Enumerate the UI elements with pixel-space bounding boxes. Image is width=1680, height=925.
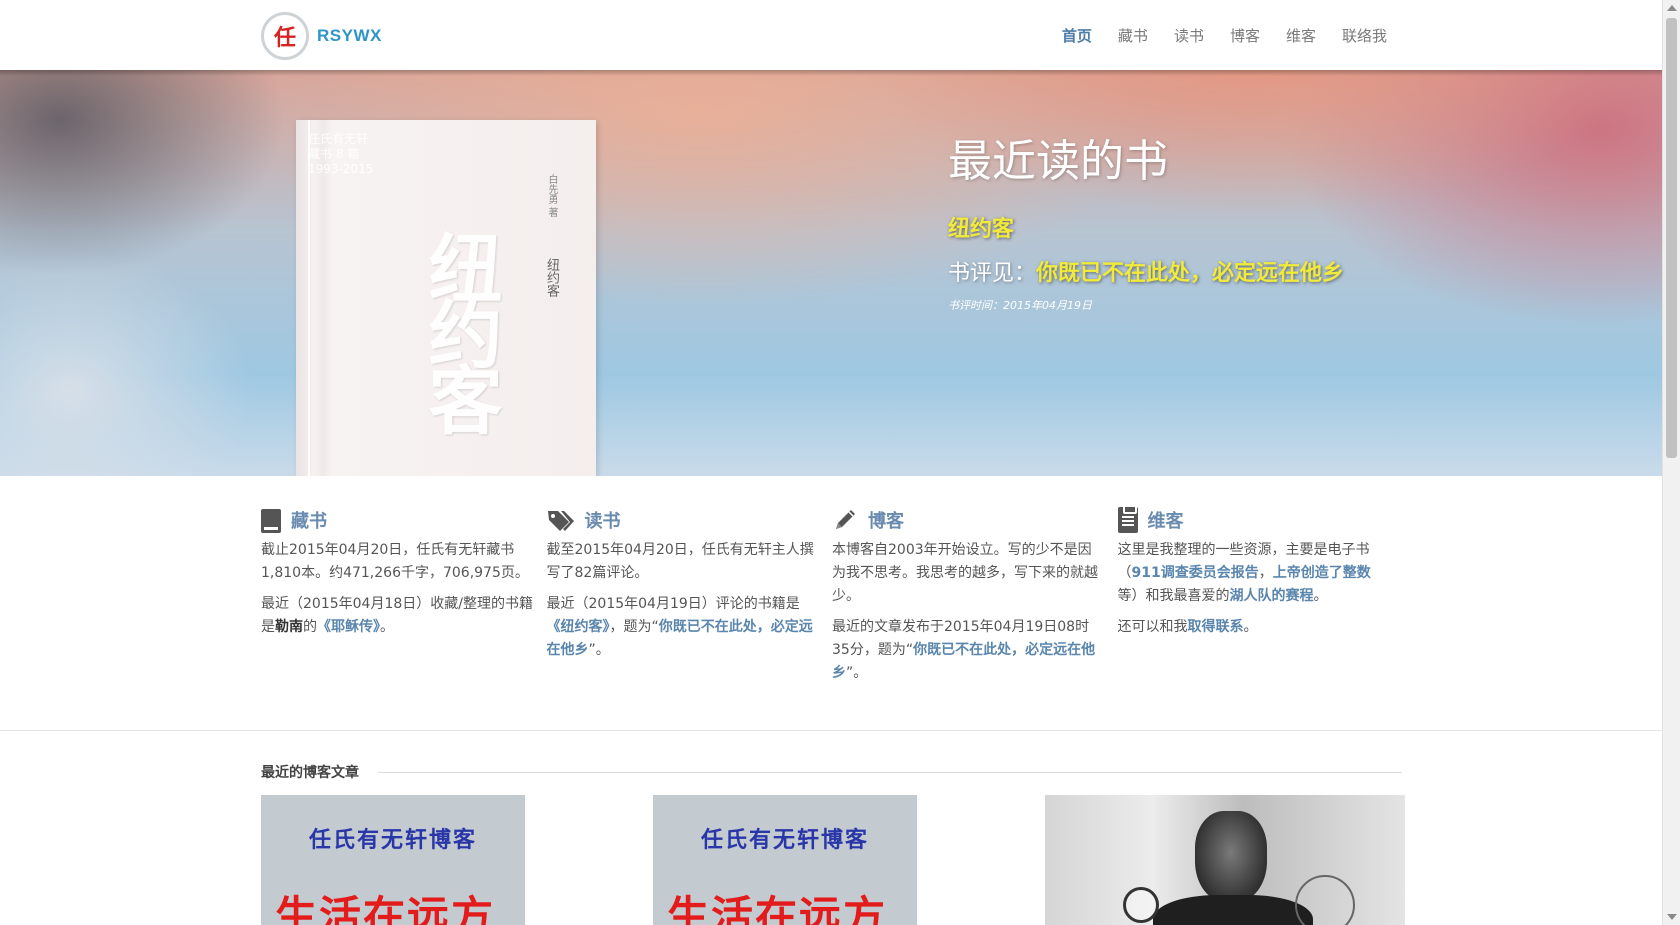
hero-book-link[interactable]: 纽约客 <box>948 211 1548 243</box>
wiki-god-created-integers-link[interactable]: 上帝创造了整数 <box>1273 565 1371 581</box>
reading-latest-end: ”。 <box>588 642 610 658</box>
collection-latest-end: 。 <box>380 619 394 635</box>
book-icon <box>261 508 281 533</box>
book-cover-title-small: 纽约客 <box>544 258 559 297</box>
blog-latest: 最近的文章发布于2015年04月19日08时35分，题为“你既已不在此处，必定远… <box>832 616 1106 685</box>
wiki-contact-link[interactable]: 取得联系 <box>1188 619 1244 635</box>
logo-link[interactable]: 任 RSYWX <box>261 12 382 60</box>
hero-review-link[interactable]: 你既已不在此处，必定远在他乡 <box>1036 260 1344 286</box>
column-wiki: 维客 这里是我整理的一些资源，主要是电子书（911调查委员会报告，上帝创造了整数… <box>1117 505 1404 685</box>
book-cover-title-calligraphy: 纽约客 <box>416 230 502 428</box>
column-header: 藏书 <box>261 505 535 535</box>
book-cover-author: 白先勇 著 <box>546 174 557 218</box>
hero-review-date: 书评时间：2015年04月19日 <box>948 299 1092 312</box>
blog-post-card[interactable]: 任氏有无轩博客 生活在远方 <box>261 795 525 925</box>
portrait-body <box>1153 895 1313 925</box>
collection-latest-mid: 的 <box>303 619 317 635</box>
reading-stats: 截至2015年04月20日，任氏有无轩主人撰写了82篇评论。 <box>546 542 814 581</box>
collection-latest-author: 勒南 <box>275 619 303 635</box>
main-nav: 首页 藏书 读书 博客 维客 联络我 <box>1062 0 1387 70</box>
wiki-intro-end: 。 <box>1313 588 1328 604</box>
hero-review-line: 书评见：你既已不在此处，必定远在他乡 <box>948 255 1548 287</box>
wiki-intro: 这里是我整理的一些资源，主要是电子书（911调查委员会报告，上帝创造了整数等）和… <box>1118 539 1392 608</box>
nav-home[interactable]: 首页 <box>1062 25 1092 46</box>
hero-banner: 任氏有无轩 藏书 8 箱 1993-2015 白先勇 著 纽约客 纽约客 最近读… <box>0 70 1662 476</box>
pencil-icon <box>832 507 858 533</box>
blog-intro: 本博客自2003年开始设立。写的少不是因为我不思考。我思考的越多，写下来的就越少… <box>832 542 1098 604</box>
column-title-blog[interactable]: 博客 <box>868 507 904 533</box>
nav-contact[interactable]: 联络我 <box>1342 25 1387 46</box>
recent-posts-heading: 最近的博客文章 <box>261 765 359 781</box>
blog-post-card[interactable]: 任氏有无轩博客 生活在远方 <box>653 795 917 925</box>
artwork-circle <box>1295 875 1355 925</box>
scroll-down-arrow-icon[interactable] <box>1667 914 1677 920</box>
nav-reading[interactable]: 读书 <box>1174 25 1204 46</box>
reading-latest-mid: ，题为“ <box>609 619 659 635</box>
column-header: 读书 <box>547 505 821 535</box>
wiki-contact-end: 。 <box>1243 619 1258 635</box>
wiki-contact: 还可以和我取得联系。 <box>1118 616 1392 639</box>
blog-latest-end: ”。 <box>846 665 868 681</box>
column-blog: 博客 本博客自2003年开始设立。写的少不是因为我不思考。我思考的越多，写下来的… <box>832 505 1118 685</box>
portrait-head <box>1195 811 1267 903</box>
nav-collection[interactable]: 藏书 <box>1118 25 1148 46</box>
column-header: 维客 <box>1117 505 1392 535</box>
nav-wiki[interactable]: 维客 <box>1286 25 1316 46</box>
hero-title: 最近读的书 <box>948 136 1168 187</box>
hero-text: 最近读的书 纽约客 书评见：你既已不在此处，必定远在他乡 书评时间：2015年0… <box>948 125 1548 313</box>
reading-latest-text: 最近（2015年04月19日）评论的书籍是 <box>546 596 800 612</box>
magnifier-icon <box>1123 887 1159 923</box>
collection-latest: 最近（2015年04月18日）收藏/整理的书籍是勒南的《耶稣传》。 <box>261 593 535 639</box>
card-headline: 生活在远方 <box>275 892 496 925</box>
hero-review-prefix: 书评见： <box>948 261 1037 286</box>
summary-columns: 藏书 截止2015年04月20日，任氏有无轩藏书1,810本。约471,266千… <box>261 505 1403 685</box>
card-blog-name: 任氏有无轩博客 <box>700 827 869 853</box>
wiki-contact-text: 还可以和我 <box>1117 619 1188 635</box>
recent-posts-heading-rule <box>378 772 1402 773</box>
reading-latest-book-link[interactable]: 《纽约客》 <box>547 619 610 635</box>
hero-top-shadow <box>0 70 1662 76</box>
logo-badge: 任 <box>261 12 309 60</box>
card-blog-name: 任氏有无轩博客 <box>308 827 477 853</box>
brand-name[interactable]: RSYWX <box>317 26 382 46</box>
column-collection: 藏书 截止2015年04月20日，任氏有无轩藏书1,810本。约471,266千… <box>261 505 547 685</box>
wiki-lakers-schedule-link[interactable]: 湖人队的赛程 <box>1230 588 1314 604</box>
book-cover-publisher-text: 任氏有无轩 藏书 8 箱 1993-2015 <box>308 132 374 176</box>
site-header: 任 RSYWX 首页 藏书 读书 博客 维客 联络我 <box>0 0 1662 70</box>
nav-blog[interactable]: 博客 <box>1230 25 1260 46</box>
column-title-collection[interactable]: 藏书 <box>291 507 327 533</box>
clipboard-icon <box>1117 505 1138 533</box>
column-title-wiki[interactable]: 维客 <box>1148 507 1184 533</box>
column-title-reading[interactable]: 读书 <box>585 507 621 533</box>
column-reading: 读书 截至2015年04月20日，任氏有无轩主人撰写了82篇评论。 最近（201… <box>547 505 833 685</box>
column-header: 博客 <box>832 505 1106 535</box>
tags-icon <box>547 509 575 531</box>
recent-posts-cards: 任氏有无轩博客 生活在远方 任氏有无轩博客 生活在远方 <box>261 795 1405 925</box>
wiki-sep: ， <box>1258 565 1273 581</box>
wiki-911-report-link[interactable]: 911调查委员会报告 <box>1132 565 1259 581</box>
collection-stats: 截止2015年04月20日，任氏有无轩藏书1,810本。约471,266千字，7… <box>261 542 529 581</box>
scrollbar-thumb[interactable] <box>1666 18 1677 458</box>
wiki-intro-mid: 等）和我最喜爱的 <box>1117 588 1230 604</box>
card-headline: 生活在远方 <box>667 892 888 925</box>
page-scrollbar[interactable] <box>1662 0 1680 925</box>
blog-post-card-photo[interactable] <box>1045 795 1405 925</box>
reading-latest: 最近（2015年04月19日）评论的书籍是《纽约客》，题为“你既已不在此处，必定… <box>547 593 821 662</box>
book-cover-image[interactable]: 任氏有无轩 藏书 8 箱 1993-2015 白先勇 著 纽约客 纽约客 <box>296 120 596 476</box>
collection-latest-book-link[interactable]: 《耶稣传》 <box>317 619 380 635</box>
scroll-up-arrow-icon[interactable] <box>1667 5 1677 11</box>
section-divider <box>0 730 1662 731</box>
